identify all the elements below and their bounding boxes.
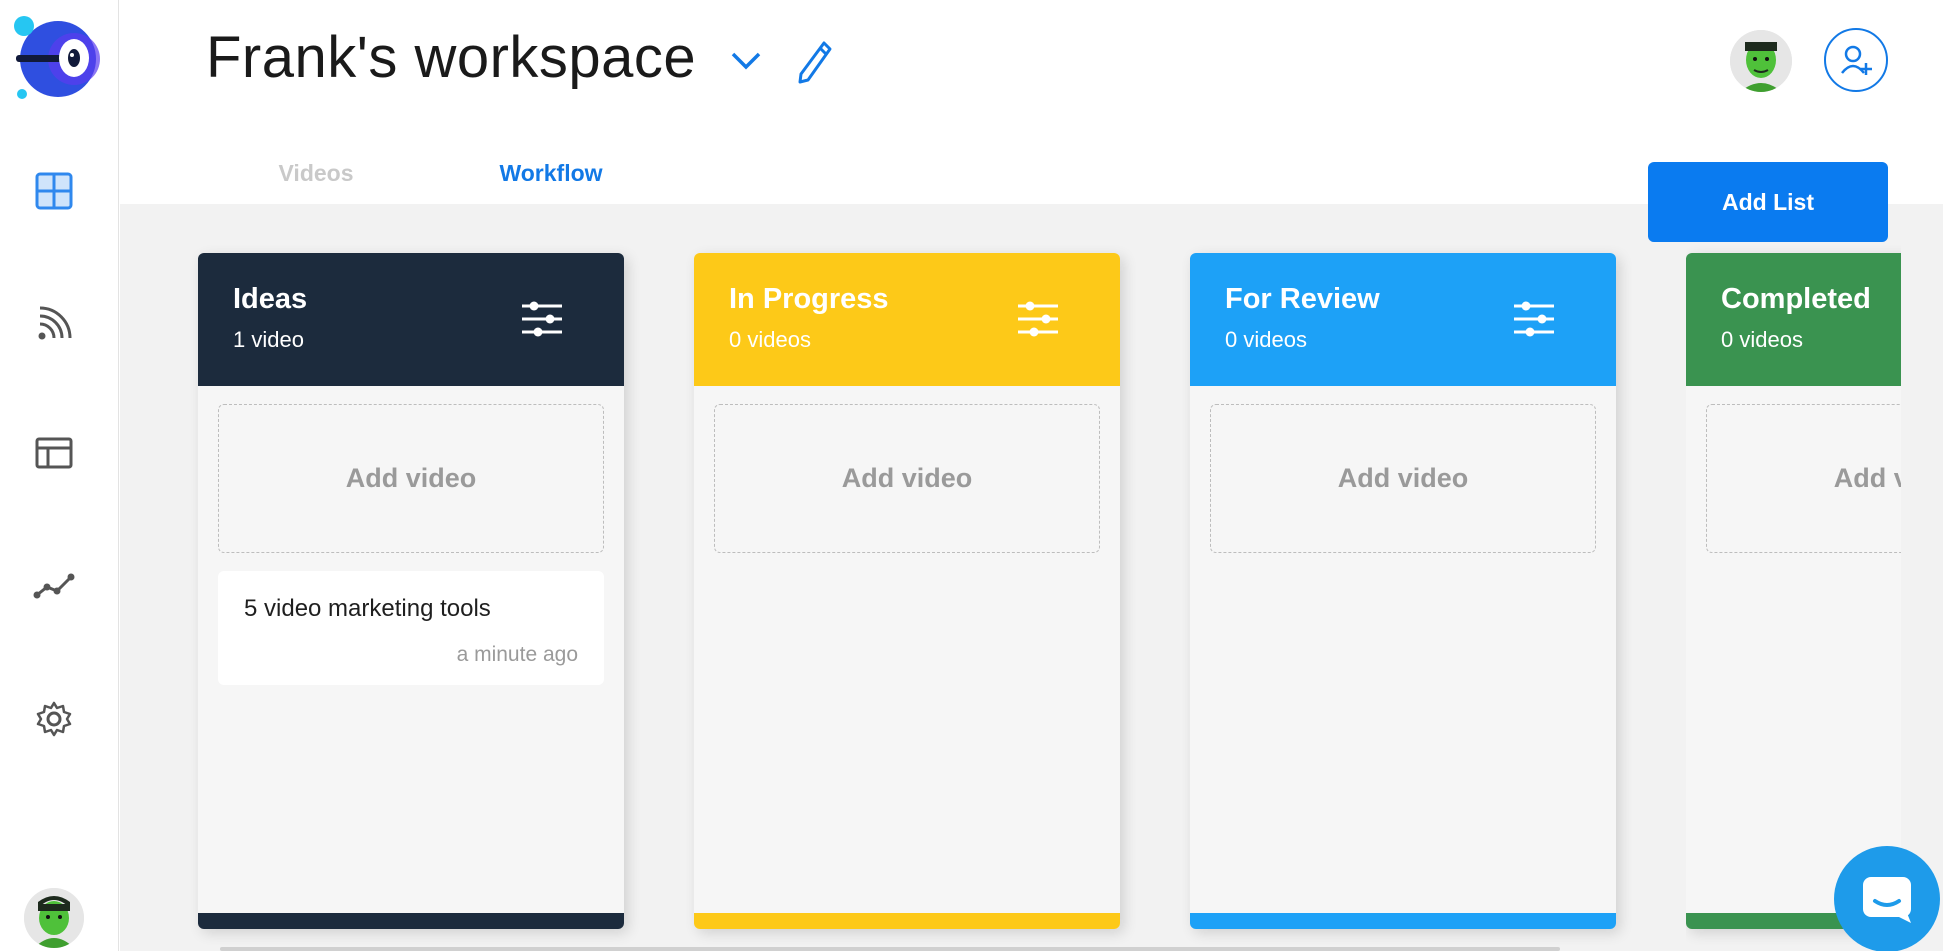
tab-workflow[interactable]: Workflow: [428, 160, 674, 207]
filter-sliders-icon[interactable]: [518, 297, 566, 341]
column-video-count: 0 videos: [1225, 327, 1307, 352]
column-footer: [198, 913, 624, 929]
add-video-button[interactable]: Add video: [714, 404, 1100, 553]
edit-pencil-icon[interactable]: [794, 38, 834, 86]
add-video-button[interactable]: Add video: [1210, 404, 1596, 553]
add-video-button[interactable]: Add video: [1706, 404, 1901, 553]
video-card[interactable]: 5 video marketing tools a minute ago: [218, 571, 604, 685]
column-header: Completed 0 videos: [1686, 253, 1901, 386]
settings-gear-icon[interactable]: [30, 695, 78, 743]
workflow-column-for-review: For Review 0 videos Add video: [1190, 253, 1616, 929]
workflow-column-in-progress: In Progress 0 videos Add video: [694, 253, 1120, 929]
column-title: Ideas: [233, 283, 308, 315]
workflow-column-ideas: Ideas 1 video Add video 5 video marketin…: [198, 253, 624, 929]
filter-sliders-icon[interactable]: [1510, 297, 1558, 341]
column-title: In Progress: [729, 283, 889, 315]
column-footer: [694, 913, 1120, 929]
video-card-timestamp: a minute ago: [456, 643, 578, 666]
column-video-count: 0 videos: [1721, 327, 1803, 352]
board-viewport-clip: Completed 0 videos Add video: [1686, 204, 1901, 951]
column-header: Ideas 1 video: [198, 253, 624, 386]
workspace-member-avatar[interactable]: [1730, 30, 1792, 92]
workflow-column-completed: Completed 0 videos Add video: [1686, 253, 1901, 929]
filter-sliders-icon[interactable]: [1014, 297, 1062, 341]
add-list-button[interactable]: Add List: [1648, 162, 1888, 242]
chat-bubble-icon: [1863, 877, 1911, 923]
column-video-count: 0 videos: [729, 327, 811, 352]
chat-launcher-button[interactable]: [1834, 846, 1940, 951]
column-title: For Review: [1225, 283, 1380, 315]
rss-feed-icon[interactable]: [30, 300, 78, 348]
app-logo[interactable]: [14, 14, 100, 104]
horizontal-scrollbar[interactable]: [220, 947, 1560, 951]
workflow-board: Ideas 1 video Add video 5 video marketin…: [120, 204, 1943, 951]
column-header: For Review 0 videos: [1190, 253, 1616, 386]
analytics-line-icon[interactable]: [30, 562, 78, 610]
column-video-count: 1 video: [233, 327, 304, 352]
chevron-down-icon[interactable]: [728, 46, 764, 76]
user-avatar[interactable]: [24, 888, 84, 948]
add-member-button[interactable]: [1824, 28, 1888, 92]
column-title: Completed: [1721, 283, 1871, 315]
add-video-button[interactable]: Add video: [218, 404, 604, 553]
column-header: In Progress 0 videos: [694, 253, 1120, 386]
dashboard-grid-icon[interactable]: [30, 167, 78, 215]
sidebar: [0, 0, 119, 951]
tab-videos[interactable]: Videos: [224, 160, 408, 187]
video-card-title: 5 video marketing tools: [244, 595, 491, 622]
layout-template-icon[interactable]: [30, 430, 78, 478]
column-footer: [1190, 913, 1616, 929]
page-title: Frank's workspace: [206, 25, 697, 90]
